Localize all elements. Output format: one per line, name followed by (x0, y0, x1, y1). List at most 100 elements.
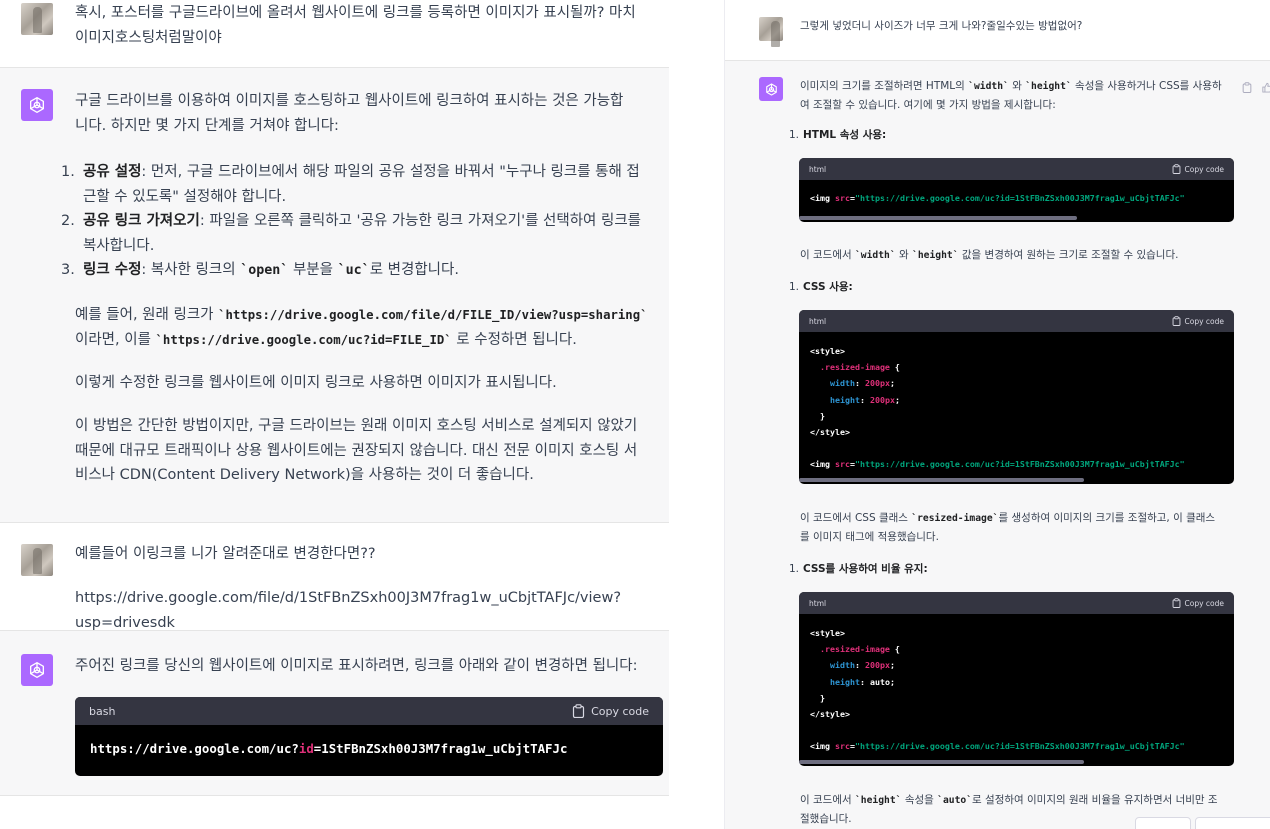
openai-logo-icon (765, 82, 777, 96)
example-paragraph: 예를 들어, 원래 링크가 `https://drive.google.com/… (75, 303, 665, 352)
code-token: : (859, 394, 870, 405)
inline-code: `uc` (337, 263, 370, 278)
paragraph: 이 코드에서 CSS 클래스 `resized-image`를 생성하여 이미지… (800, 509, 1260, 546)
step-text: 근할 수 있도록" 설정해야 합니다. (83, 188, 287, 205)
text-line: 이미지호스팅처럼말이야 (75, 29, 222, 46)
text: 속성을 (901, 794, 938, 806)
copy-code-button[interactable]: Copy code (1172, 598, 1225, 608)
text-line: 예를 들어, 원래 링크가 `https://drive.google.com/… (75, 303, 665, 328)
code-token-selector: .resized-image (820, 362, 890, 373)
list-item: 1. CSS 사용: (789, 278, 1249, 296)
regenerate-button[interactable] (1135, 817, 1191, 829)
code-line: </style> (810, 709, 850, 720)
text: 값을 변경하여 원하는 크기로 조절할 수 있습니다. (958, 249, 1179, 261)
code-line: } (810, 408, 1223, 424)
user-message: 예를들어 이링크를 니가 알려준대로 변경한다면?? https://drive… (0, 523, 669, 631)
code-token-value: auto; (869, 676, 895, 687)
code-language-label: html (809, 316, 827, 326)
code-token: } (820, 410, 825, 421)
code-block-header: html Copy code (799, 310, 1234, 332)
text-line: 이 코드에서 `height` 속성을 `auto`로 설정하여 이미지의 원래… (800, 791, 1260, 810)
thumbs-up-button[interactable] (1262, 78, 1270, 97)
text: 이미지의 크기를 조절하려면 HTML의 (800, 80, 969, 92)
copy-code-button[interactable]: Copy code (572, 704, 649, 718)
code-token-value: 200px (864, 660, 890, 671)
code-line: <img src="https://drive.google.com/uc?id… (810, 738, 1223, 754)
inline-code: `https://drive.google.com/file/d/FILE_ID… (218, 308, 648, 322)
copy-code-label: Copy code (1184, 316, 1225, 326)
code-token-property: width (829, 378, 855, 389)
copy-code-button[interactable]: Copy code (1172, 164, 1225, 174)
list-item: 1. CSS를 사용하여 비율 유지: (789, 560, 1249, 578)
user-message-text: 혹시, 포스터를 구글드라이브에 올려서 웹사이트에 링크를 등록하면 이미지가… (75, 1, 665, 50)
clipboard-icon (1172, 164, 1180, 174)
steps-list: 1. 공유 설정: 먼저, 구글 드라이브에서 해당 파일의 공유 설정을 바꿔서… (61, 160, 665, 284)
inline-code: `auto` (937, 795, 973, 806)
copy-code-label: Copy code (1184, 598, 1225, 608)
text-line: 니다. 하지만 몇 가지 단계를 거쳐야 합니다: (75, 117, 339, 134)
copy-code-button[interactable]: Copy code (1172, 316, 1225, 326)
copy-code-label: Copy code (1184, 164, 1225, 174)
step-title: CSS를 사용하여 비율 유지: (803, 563, 928, 575)
openai-logo-icon (30, 97, 44, 114)
assistant-avatar (21, 654, 53, 686)
step-title: CSS 사용: (803, 281, 853, 293)
code-language-label: html (809, 164, 827, 174)
code-line: } (810, 690, 1223, 706)
clipboard-icon (1172, 598, 1180, 608)
paragraph: 이렇게 수정한 링크를 웹사이트에 이미지 링크로 사용하면 이미지가 표시됩니… (75, 375, 557, 391)
inline-code: `height` (1025, 81, 1072, 92)
inline-code: `width` (968, 81, 1009, 92)
code-token-string: "https://drive.google.com/uc?id=1StFBnZS… (854, 193, 1185, 203)
clipboard-icon (572, 704, 585, 718)
step-title: 공유 설정 (83, 164, 142, 180)
text: 이라면, 이를 (75, 331, 156, 348)
assistant-message: 이미지의 크기를 조절하려면 HTML의 `width` 와 `height` … (725, 60, 1270, 829)
code-token-attr: src (834, 459, 850, 470)
user-message-text: 그렇게 넣었더니 사이즈가 너무 크게 나와?줄일수있는 방법없어? (800, 20, 1083, 32)
code-token-value: 200px (869, 394, 895, 405)
user-avatar (21, 3, 53, 35)
code-token: } (820, 692, 825, 703)
code-scrollbar[interactable] (799, 478, 1084, 482)
step-title: 공유 링크 가져오기 (83, 213, 200, 229)
code-content: <style> .resized-image { width: 200px; h… (799, 332, 1234, 484)
code-token: { (889, 362, 900, 373)
step-text: : 먼저, 구글 드라이브에서 해당 파일의 공유 설정을 바꿔서 "누구나 링… (141, 164, 640, 180)
code-token: ; (889, 660, 895, 671)
code-token: =1StFBnZSxh00J3M7frag1w_uCbjtTAFJc (313, 741, 568, 756)
code-scrollbar[interactable] (799, 760, 1084, 764)
inline-code: `https://drive.google.com/uc?id=FILE_ID` (155, 332, 452, 347)
code-block-header: bash Copy code (75, 697, 663, 725)
step-text: : 파일을 오른쪽 클릭하고 '공유 가능한 링크 가져오기'를 선택하여 링크… (199, 213, 642, 229)
code-line: </style> (810, 427, 850, 438)
code-token: https://drive.google.com/uc? (90, 741, 299, 756)
user-message: 그렇게 넣었더니 사이즈가 너무 크게 나와?줄일수있는 방법없어? (725, 0, 1270, 60)
copy-code-label: Copy code (591, 704, 649, 718)
code-token-keyword: id (298, 741, 314, 756)
code-content: <img src="https://drive.google.com/uc?id… (799, 180, 1234, 216)
code-block: bash Copy code https://drive.google.com/… (75, 697, 663, 776)
text-line: 때문에 대규모 트래픽이나 상용 웹사이트에는 권장되지 않습니다. 대신 전문… (75, 442, 638, 459)
user-avatar (21, 544, 53, 576)
paragraph: 이 방법은 간단한 방법이지만, 구글 드라이브는 원래 이미지 호스팅 서비스… (75, 414, 665, 488)
list-item: 3. 링크 수정: 복사한 링크의 `open` 부분을 `uc`로 변경합니다. (61, 258, 665, 284)
user-message: 혹시, 포스터를 구글드라이브에 올려서 웹사이트에 링크를 등록하면 이미지가… (0, 0, 669, 67)
list-number: 1. (61, 164, 75, 180)
text: 이 코드에서 (800, 794, 855, 806)
list-item: 1. HTML 속성 사용: (789, 126, 1249, 144)
stop-button[interactable] (1195, 817, 1270, 829)
user-message-text: 예를들어 이링크를 니가 알려준대로 변경한다면?? (75, 546, 376, 562)
list-item: 1. 공유 설정: 먼저, 구글 드라이브에서 해당 파일의 공유 설정을 바꿔서… (61, 160, 665, 185)
code-scrollbar[interactable] (799, 216, 1077, 220)
text: 와 (1008, 80, 1026, 92)
code-block-header: html Copy code (799, 592, 1234, 614)
assistant-message-text: 구글 드라이브를 이용하여 이미지를 호스팅하고 웹사이트에 링크하여 표시하는… (75, 89, 665, 138)
code-token-attr: src (834, 193, 850, 203)
code-token-property: height (829, 676, 860, 687)
assistant-message-text: 이미지의 크기를 조절하려면 HTML의 `width` 와 `height` … (800, 77, 1260, 114)
assistant-message: 구글 드라이브를 이용하여 이미지를 호스팅하고 웹사이트에 링크하여 표시하는… (0, 67, 669, 523)
text-line: 이미지의 크기를 조절하려면 HTML의 `width` 와 `height` … (800, 77, 1260, 96)
text: 를 생성하여 이미지의 크기를 조절하고, 이 클래스 (998, 512, 1216, 524)
code-line: width: 200px; (810, 375, 1223, 391)
